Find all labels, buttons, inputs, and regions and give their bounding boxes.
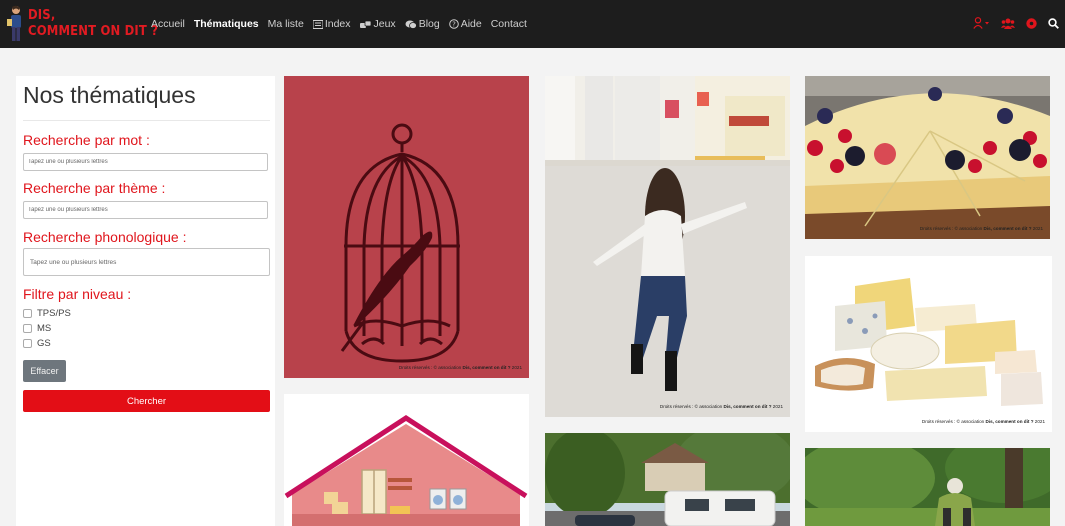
credit-org: Dis, comment on dit ? — [723, 404, 772, 409]
level-filter-label: Filtre par niveau : — [23, 286, 132, 302]
level-option-label: TPS/PS — [37, 308, 71, 319]
settings-icon — [1026, 17, 1037, 29]
theme-search-input[interactable] — [23, 201, 268, 219]
level-option-ms[interactable]: MS — [23, 323, 51, 334]
cheeses-card[interactable]: Droits réservés : © association Dis, com… — [805, 256, 1052, 432]
gardener-card[interactable] — [805, 448, 1050, 526]
group-button[interactable] — [1001, 18, 1015, 29]
level-option-gs[interactable]: GS — [23, 338, 51, 349]
nav-jeux[interactable]: Jeux — [359, 18, 396, 30]
word-search-input[interactable] — [23, 153, 268, 171]
nav-ma-liste[interactable]: Ma liste — [268, 18, 304, 30]
cheesecake-image — [805, 76, 1050, 239]
caravan-image — [545, 433, 790, 526]
logo-text: DIS, COMMENT ON DIT ? — [28, 7, 158, 39]
gardener-image — [805, 448, 1050, 526]
copyright-credit: Droits réservés : © association Dis, com… — [920, 226, 1043, 231]
credit-year: 2021 — [771, 404, 783, 409]
search-icon — [1048, 17, 1059, 29]
nav-jeux-label: Jeux — [373, 18, 396, 30]
page-title: Nos thématiques — [23, 82, 196, 108]
user-menu[interactable] — [973, 17, 990, 29]
child-dancing-card[interactable]: Droits réservés : © association Dis, com… — [545, 76, 790, 417]
birdcage-image — [284, 76, 529, 378]
clear-button[interactable]: Effacer — [23, 360, 66, 382]
logo-line-2: COMMENT ON DIT ? — [28, 23, 159, 39]
nav-blog[interactable]: Blog — [405, 18, 440, 30]
phono-search-input[interactable] — [23, 248, 270, 276]
nav-thematiques-label: Thématiques — [193, 18, 259, 30]
settings-button[interactable] — [1026, 17, 1037, 29]
caravan-card[interactable] — [545, 433, 790, 526]
credit-prefix: Droits réservés : © association — [919, 226, 984, 231]
level-option-label: MS — [37, 323, 52, 334]
help-icon: ? — [448, 19, 459, 29]
credit-prefix: Droits réservés : © association — [921, 419, 986, 424]
nav-ma-liste-label: Ma liste — [267, 18, 304, 30]
search-submit-button[interactable]: Chercher — [23, 390, 270, 412]
logo-figure-icon — [7, 5, 21, 41]
copyright-credit: Droits réservés : © association Dis, com… — [399, 365, 522, 370]
copyright-credit: Droits réservés : © association Dis, com… — [660, 404, 783, 409]
nav-blog-label: Blog — [418, 18, 440, 30]
credit-prefix: Droits réservés : © association — [398, 365, 463, 370]
birdcage-card[interactable]: Droits réservés : © association Dis, com… — [284, 76, 529, 378]
credit-year: 2021 — [510, 365, 522, 370]
nav-contact-label: Contact — [490, 18, 527, 30]
group-icon — [1001, 18, 1015, 29]
search-sidebar: Nos thématiques Recherche par mot : Rech… — [16, 76, 275, 526]
house-card[interactable] — [284, 394, 529, 526]
nav-accueil[interactable]: Accueil — [151, 18, 185, 30]
svg-text:?: ? — [452, 21, 456, 29]
top-navbar: DIS, COMMENT ON DIT ? Accueil Thématique… — [0, 0, 1065, 48]
nav-accueil-label: Accueil — [151, 18, 185, 30]
user-icon — [973, 17, 989, 29]
credit-prefix: Droits réservés : © association — [659, 404, 724, 409]
nav-aide-label: Aide — [460, 18, 482, 30]
nav-contact[interactable]: Contact — [491, 18, 527, 30]
nav-aide[interactable]: ? Aide — [448, 18, 482, 30]
cheesecake-card[interactable]: Droits réservés : © association Dis, com… — [805, 76, 1050, 239]
blog-icon — [405, 20, 417, 29]
house-image — [284, 394, 529, 526]
title-divider — [23, 120, 270, 121]
list-icon — [312, 19, 323, 29]
word-search-label: Recherche par mot : — [23, 132, 150, 148]
copyright-credit: Droits réservés : © association Dis, com… — [922, 419, 1045, 424]
nav-index[interactable]: Index — [312, 18, 351, 30]
level-checkbox[interactable] — [23, 324, 32, 333]
main-nav: Accueil Thématiques Ma liste Index Jeux … — [151, 0, 536, 48]
credit-year: 2021 — [1033, 419, 1045, 424]
search-button[interactable] — [1048, 17, 1059, 29]
credit-org: Dis, comment on dit ? — [983, 226, 1032, 231]
nav-index-label: Index — [324, 18, 351, 30]
nav-thematiques[interactable]: Thématiques — [194, 18, 259, 30]
credit-org: Dis, comment on dit ? — [462, 365, 511, 370]
level-option-label: GS — [37, 338, 51, 349]
level-option-tps-ps[interactable]: TPS/PS — [23, 308, 71, 319]
logo-line-1: DIS, — [28, 7, 56, 23]
phono-search-label: Recherche phonologique : — [23, 229, 187, 245]
credit-year: 2021 — [1031, 226, 1043, 231]
child-dancing-image — [545, 76, 790, 417]
nav-right-actions — [962, 14, 1059, 32]
site-logo[interactable]: DIS, COMMENT ON DIT ? — [3, 3, 158, 45]
level-checkbox[interactable] — [23, 309, 32, 318]
cheeses-image — [805, 256, 1052, 432]
credit-org: Dis, comment on dit ? — [985, 419, 1034, 424]
level-checkbox[interactable] — [23, 339, 32, 348]
game-icon — [359, 20, 371, 28]
theme-search-label: Recherche par thème : — [23, 180, 166, 196]
